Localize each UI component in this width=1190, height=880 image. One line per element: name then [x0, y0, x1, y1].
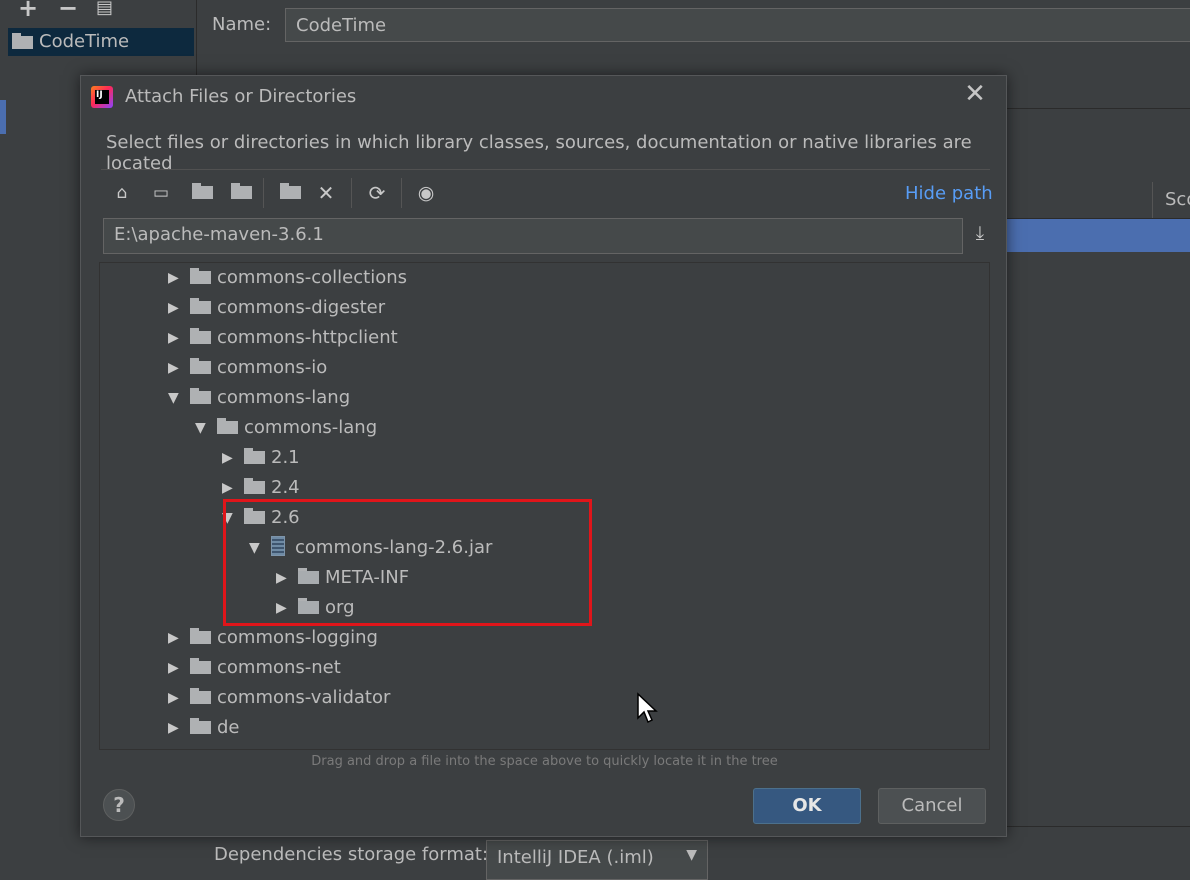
hide-path-link[interactable]: Hide path	[905, 183, 993, 204]
folder-icon	[190, 688, 211, 704]
dialog-title: Attach Files or Directories	[125, 86, 357, 107]
home-icon[interactable]: ⌂	[109, 180, 135, 206]
path-input[interactable]: E:\apache-maven-3.6.1	[103, 218, 963, 254]
expand-arrow-icon[interactable]: ▶	[168, 713, 190, 743]
expand-arrow-icon[interactable]: ▶	[168, 653, 190, 683]
expand-arrow-icon[interactable]: ▶	[168, 353, 190, 383]
name-label: Name:	[212, 14, 272, 35]
folder-icon	[190, 268, 211, 284]
deps-format-select[interactable]: IntelliJ IDEA (.iml) ▼	[486, 840, 708, 880]
name-field[interactable]: CodeTime	[285, 8, 1190, 42]
expand-arrow-icon[interactable]: ▶	[168, 323, 190, 353]
close-icon[interactable]: ✕	[961, 80, 989, 108]
module-folder-icon	[12, 33, 33, 49]
copy-icon[interactable]: ▤	[96, 0, 113, 18]
deps-format-label: Dependencies storage format:	[214, 844, 489, 865]
tree-row[interactable]: ▶ commons-httpclient	[168, 323, 398, 353]
collapse-arrow-icon[interactable]: ▼	[168, 383, 190, 413]
folder-icon	[244, 448, 265, 464]
tree-row[interactable]: ▶ commons-collections	[168, 263, 407, 293]
new-folder-icon[interactable]	[275, 180, 301, 206]
deps-format-value: IntelliJ IDEA (.iml)	[497, 847, 654, 868]
tree-row[interactable]: ▶ 2.1	[222, 443, 300, 473]
project-folder-icon[interactable]	[187, 180, 213, 206]
folder-icon	[190, 388, 211, 404]
expand-arrow-icon[interactable]: ▶	[168, 623, 190, 653]
add-icon[interactable]: +	[18, 0, 38, 22]
drag-drop-hint: Drag and drop a file into the space abov…	[311, 754, 778, 769]
folder-icon	[190, 718, 211, 734]
scope-column-header[interactable]: Sco	[1152, 182, 1190, 218]
toolbar-separator	[351, 178, 352, 208]
expand-arrow-icon[interactable]: ▶	[222, 443, 244, 473]
folder-icon	[190, 358, 211, 374]
library-table-header: Sco	[1006, 182, 1190, 219]
tree-row[interactable]: ▶ commons-io	[168, 353, 327, 383]
ok-button[interactable]: OK	[753, 788, 861, 824]
tree-row[interactable]: ▼ commons-lang	[195, 413, 377, 443]
highlight-annotation-box	[223, 499, 592, 626]
tree-row[interactable]: ▶ commons-validator	[168, 683, 390, 713]
toolbar-separator	[401, 178, 402, 208]
toolbar-separator	[263, 178, 264, 208]
cancel-button[interactable]: Cancel	[878, 788, 986, 824]
help-icon[interactable]: ?	[103, 789, 135, 821]
module-folder-icon[interactable]	[226, 180, 252, 206]
folder-icon	[244, 478, 265, 494]
folder-icon	[217, 418, 238, 434]
sidebar-accent	[0, 100, 6, 134]
tree-row[interactable]: ▶ commons-net	[168, 653, 341, 683]
remove-icon[interactable]: −	[58, 0, 78, 22]
tree-row[interactable]: ▶ de	[168, 713, 240, 743]
desktop-icon[interactable]: ▭	[148, 180, 174, 206]
collapse-arrow-icon[interactable]: ▼	[195, 413, 217, 443]
download-icon[interactable]: ⤓	[967, 222, 993, 248]
refresh-icon[interactable]: ⟳	[364, 180, 390, 206]
project-list-item[interactable]: CodeTime	[8, 28, 194, 56]
tree-row[interactable]: ▼ commons-lang	[168, 383, 350, 413]
folder-icon	[190, 658, 211, 674]
expand-arrow-icon[interactable]: ▶	[168, 293, 190, 323]
library-table-selected-row[interactable]	[1006, 219, 1190, 252]
dialog-divider	[101, 169, 990, 170]
mouse-cursor-icon	[637, 692, 658, 724]
chevron-down-icon: ▼	[686, 847, 697, 863]
folder-icon	[190, 628, 211, 644]
dialog-description: Select files or directories in which lib…	[106, 132, 972, 174]
expand-arrow-icon[interactable]: ▶	[168, 263, 190, 293]
tree-row[interactable]: ▶ commons-logging	[168, 623, 378, 653]
folder-icon	[190, 328, 211, 344]
tree-row[interactable]: ▶ commons-digester	[168, 293, 385, 323]
delete-icon[interactable]: ✕	[313, 180, 339, 206]
expand-arrow-icon[interactable]: ▶	[168, 683, 190, 713]
attach-files-dialog: IJ Attach Files or Directories ✕ Select …	[80, 75, 1007, 837]
intellij-logo-icon: IJ	[91, 86, 113, 108]
show-hidden-icon[interactable]: ◉	[413, 180, 439, 206]
folder-icon	[190, 298, 211, 314]
